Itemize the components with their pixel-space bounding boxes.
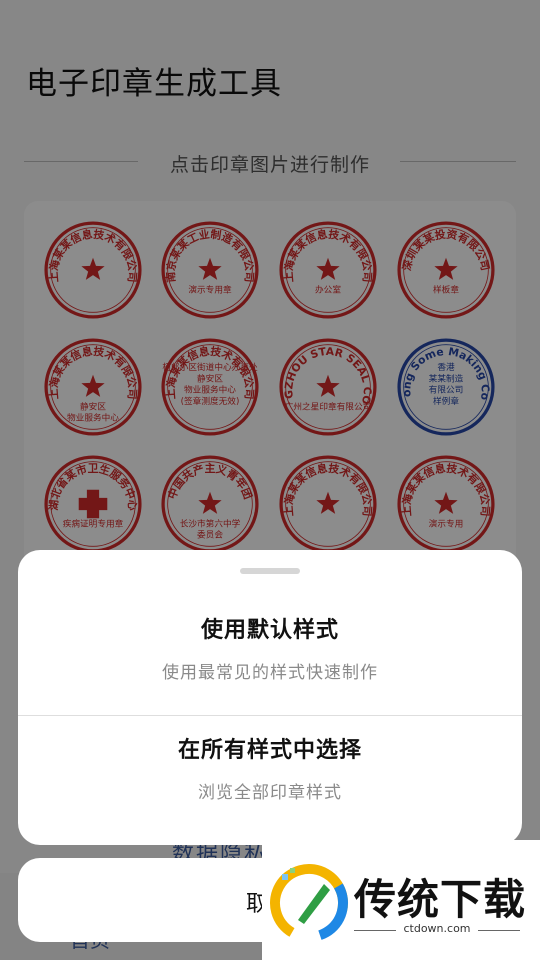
watermark-rule-right <box>478 930 520 931</box>
default-style-title: 使用默认样式 <box>200 618 339 643</box>
watermark-brand: 传统下载 <box>354 875 527 924</box>
all-styles-option[interactable]: 在所有样式中选择 浏览全部印章样式 <box>18 732 522 803</box>
all-styles-title: 在所有样式中选择 <box>177 738 362 763</box>
all-styles-subtitle: 浏览全部印章样式 <box>198 783 342 803</box>
sheet-divider <box>18 715 522 716</box>
default-style-subtitle: 使用最常见的样式快速制作 <box>162 663 378 683</box>
ctdown-logo-icon <box>270 864 348 942</box>
sheet-drag-handle[interactable] <box>240 568 300 574</box>
watermark-url: ctdown.com <box>403 922 471 935</box>
default-style-option[interactable]: 使用默认样式 使用最常见的样式快速制作 <box>18 612 522 683</box>
style-choice-sheet: 使用默认样式 使用最常见的样式快速制作 在所有样式中选择 浏览全部印章样式 <box>18 550 522 845</box>
watermark: 传统下载 ctdown.com <box>262 840 540 960</box>
